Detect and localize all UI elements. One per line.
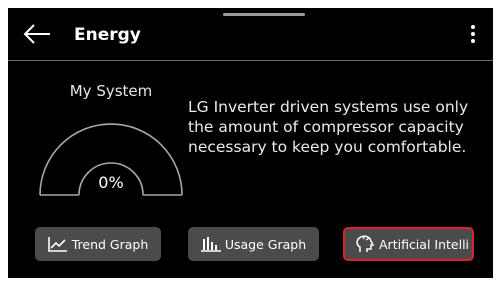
usage-graph-button[interactable]: Usage Graph	[188, 227, 319, 261]
bar-chart-icon	[200, 237, 221, 252]
back-button[interactable]	[22, 22, 56, 46]
trend-graph-button[interactable]: Trend Graph	[35, 227, 161, 261]
header: Energy	[8, 8, 493, 60]
page-title: Energy	[74, 25, 141, 45]
more-menu-button[interactable]	[466, 20, 480, 48]
header-divider	[8, 60, 493, 61]
system-description: LG Inverter driven systems use only the …	[188, 98, 469, 156]
trend-graph-label: Trend Graph	[71, 236, 149, 252]
artificial-intelligence-button[interactable]: Artificial Intelli	[343, 227, 474, 261]
energy-screen: Energy My System 0% LG Inverter driven s…	[8, 8, 493, 278]
more-vertical-icon	[471, 25, 475, 29]
system-label: My System	[69, 82, 153, 100]
usage-graph-label: Usage Graph	[224, 236, 307, 252]
line-chart-icon	[47, 237, 67, 252]
ai-head-icon	[356, 235, 375, 252]
artificial-intelligence-label: Artificial Intelli	[379, 236, 470, 252]
arrow-left-icon	[23, 24, 50, 44]
usage-value: 0%	[98, 173, 124, 192]
